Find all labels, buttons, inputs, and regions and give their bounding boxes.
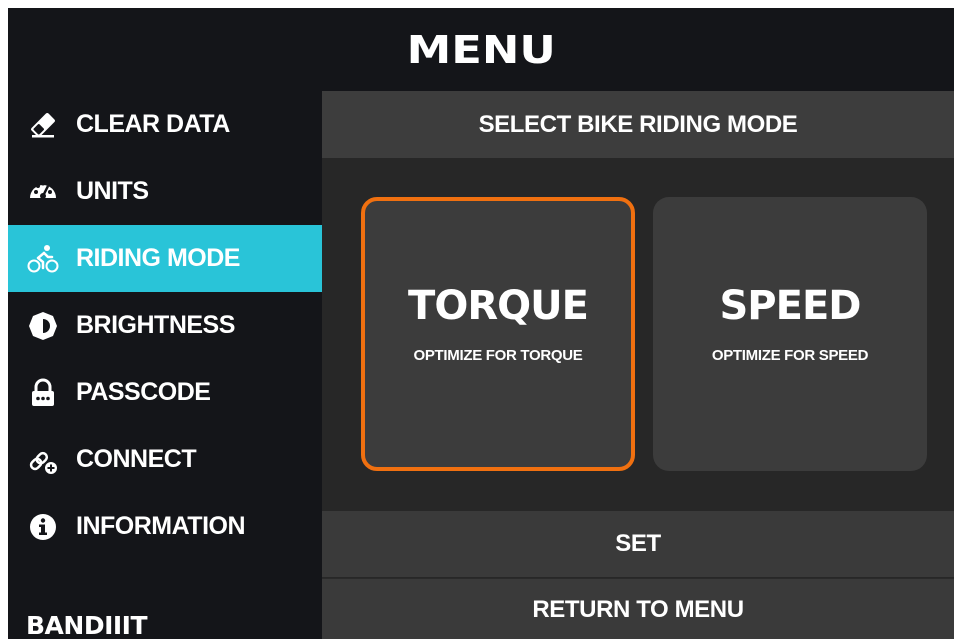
sidebar-item-label: RIDING MODE bbox=[76, 244, 240, 272]
mode-subtitle: OPTIMIZE FOR TORQUE bbox=[413, 347, 583, 364]
sidebar-item-label: UNITS bbox=[76, 177, 149, 205]
sidebar-item-brightness[interactable]: BRIGHTNESS bbox=[8, 292, 322, 359]
sidebar-item-clear-data[interactable]: CLEAR DATA bbox=[8, 91, 322, 158]
sidebar-item-label: INFORMATION bbox=[76, 512, 246, 540]
return-to-menu-button[interactable]: RETURN TO MENU bbox=[322, 578, 954, 639]
sidebar-item-information[interactable]: INFORMATION bbox=[8, 493, 322, 560]
sidebar-item-label: PASSCODE bbox=[76, 378, 211, 406]
lock-icon bbox=[26, 376, 60, 410]
cyclist-icon bbox=[26, 242, 60, 276]
mode-title: TORQUE bbox=[408, 283, 589, 329]
sidebar-item-passcode[interactable]: PASSCODE bbox=[8, 359, 322, 426]
speedometer-icon bbox=[26, 175, 60, 209]
sidebar-item-label: CLEAR DATA bbox=[76, 110, 230, 138]
top-header: MENU bbox=[8, 8, 954, 91]
section-title: SELECT BIKE RIDING MODE bbox=[322, 91, 954, 158]
page-title: MENU bbox=[406, 27, 556, 72]
sidebar-item-label: CONNECT bbox=[76, 445, 197, 473]
device-screen: MENU CLEAR DATA UNITS RIDING MODE BRIGHT… bbox=[8, 8, 954, 639]
sidebar-item-units[interactable]: UNITS bbox=[8, 158, 322, 225]
sidebar: CLEAR DATA UNITS RIDING MODE BRIGHTNESS … bbox=[8, 91, 322, 639]
main-panel: SELECT BIKE RIDING MODE TORQUE OPTIMIZE … bbox=[322, 91, 954, 639]
mode-card-speed[interactable]: SPEED OPTIMIZE FOR SPEED bbox=[653, 197, 927, 471]
link-add-icon bbox=[26, 443, 60, 477]
sidebar-item-connect[interactable]: CONNECT bbox=[8, 426, 322, 493]
brightness-icon bbox=[26, 309, 60, 343]
mode-title: SPEED bbox=[719, 283, 862, 329]
sidebar-item-riding-mode[interactable]: RIDING MODE bbox=[8, 225, 322, 292]
mode-subtitle: OPTIMIZE FOR SPEED bbox=[711, 347, 869, 364]
set-button[interactable]: SET bbox=[322, 511, 954, 577]
brand-logo: BANDIIIT bbox=[26, 611, 148, 639]
info-icon bbox=[26, 510, 60, 544]
sidebar-item-label: BRIGHTNESS bbox=[76, 311, 235, 339]
mode-card-torque[interactable]: TORQUE OPTIMIZE FOR TORQUE bbox=[361, 197, 635, 471]
eraser-icon bbox=[26, 108, 60, 142]
